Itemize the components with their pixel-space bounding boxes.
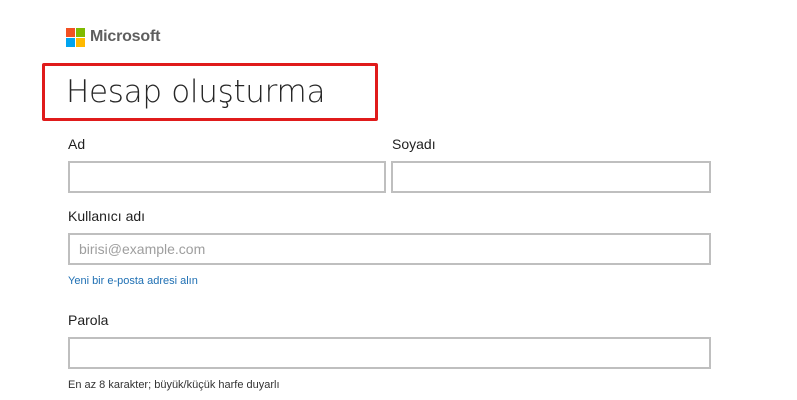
microsoft-logo: Microsoft bbox=[66, 27, 160, 47]
logo-text: Microsoft bbox=[90, 28, 161, 45]
password-label: Parola bbox=[68, 312, 109, 328]
username-label: Kullanıcı adı bbox=[68, 208, 146, 224]
microsoft-logo-icon bbox=[66, 27, 85, 47]
first-name-input[interactable] bbox=[68, 161, 386, 193]
page-title: Hesap oluşturma bbox=[66, 74, 326, 110]
first-name-label: Ad bbox=[68, 136, 86, 152]
username-input[interactable] bbox=[68, 233, 711, 265]
password-hint: En az 8 karakter; büyük/küçük harfe duya… bbox=[68, 379, 280, 391]
password-input[interactable] bbox=[68, 337, 711, 369]
last-name-label: Soyadı bbox=[392, 136, 436, 152]
last-name-input[interactable] bbox=[391, 161, 711, 193]
new-email-link[interactable]: Yeni bir e-posta adresi alın bbox=[68, 275, 198, 287]
